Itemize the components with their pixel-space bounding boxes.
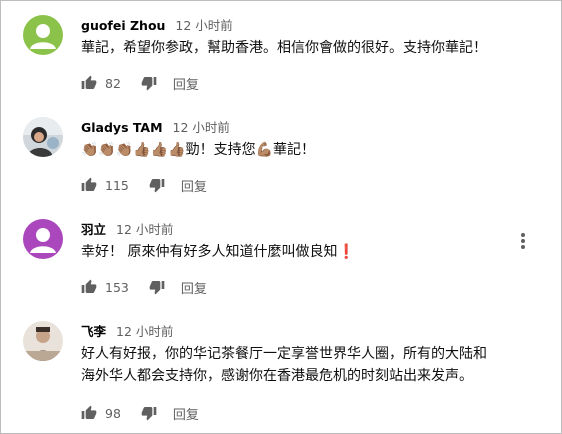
comment-actions: 98 回复 bbox=[81, 403, 199, 423]
flexed-biceps-emoji: 💪🏽 bbox=[255, 142, 274, 158]
reply-button[interactable]: 回复 bbox=[181, 278, 207, 297]
comment-header: 羽立 12 小时前 bbox=[81, 219, 173, 238]
emoji-reactions: 👏🏽👏🏽👏🏽👍🏽👍🏽👍🏽 bbox=[81, 142, 186, 158]
reply-button[interactable]: 回复 bbox=[181, 176, 207, 195]
thumb-up-icon[interactable] bbox=[81, 279, 97, 295]
thumb-down-icon[interactable] bbox=[149, 177, 165, 193]
avatar[interactable] bbox=[23, 15, 63, 55]
comment-header: guofei Zhou 12 小时前 bbox=[81, 15, 233, 34]
thumb-up-icon[interactable] bbox=[81, 405, 97, 421]
comment-actions: 153 回复 bbox=[81, 277, 207, 297]
comment-header: 飞李 12 小时前 bbox=[81, 321, 173, 340]
comment-text-suffix: 華記！ bbox=[273, 142, 316, 158]
comment-text-middle: 勁！支持您 bbox=[185, 142, 256, 158]
more-vert-icon[interactable] bbox=[519, 231, 527, 251]
comment-text: 幸好！ 原來仲有好多人知道什麼叫做良知❗ bbox=[81, 241, 521, 263]
comment-text: 好人有好报，你的华记茶餐厅一定享誉世界华人圈，所有的大陆和 海外华人都会支持你，… bbox=[81, 346, 487, 384]
author-name[interactable]: Gladys TAM bbox=[81, 120, 163, 135]
timestamp[interactable]: 12 小时前 bbox=[175, 18, 232, 33]
thumb-up-icon[interactable] bbox=[81, 177, 97, 193]
comment-text-body: 幸好！ 原來仲有好多人知道什麼叫做良知 bbox=[81, 244, 338, 260]
like-count: 115 bbox=[105, 177, 129, 193]
comment-text: 👏🏽👏🏽👏🏽👍🏽👍🏽👍🏽勁！支持您💪🏽華記！ bbox=[81, 139, 521, 161]
timestamp[interactable]: 12 小时前 bbox=[116, 222, 173, 237]
comment-actions: 115 回复 bbox=[81, 175, 207, 195]
like-count: 153 bbox=[105, 279, 129, 295]
thumb-down-icon[interactable] bbox=[141, 75, 157, 91]
comment-actions: 82 回复 bbox=[81, 73, 199, 93]
reply-button[interactable]: 回复 bbox=[173, 74, 199, 93]
author-name[interactable]: guofei Zhou bbox=[81, 18, 165, 33]
thumb-up-icon[interactable] bbox=[81, 75, 97, 91]
avatar[interactable] bbox=[23, 321, 63, 361]
avatar[interactable] bbox=[23, 219, 63, 259]
author-name[interactable]: 羽立 bbox=[81, 222, 106, 237]
exclamation-emoji: ❗ bbox=[337, 244, 355, 260]
thumb-down-icon[interactable] bbox=[149, 279, 165, 295]
comment-text: 華記，希望你参政，幫助香港。相信你會做的很好。支持你華記！ bbox=[81, 40, 487, 56]
comment-header: Gladys TAM 12 小时前 bbox=[81, 117, 230, 136]
timestamp[interactable]: 12 小时前 bbox=[116, 324, 173, 339]
like-count: 82 bbox=[105, 75, 121, 91]
thumb-down-icon[interactable] bbox=[141, 405, 157, 421]
avatar[interactable] bbox=[23, 117, 63, 157]
reply-button[interactable]: 回复 bbox=[173, 404, 199, 423]
like-count: 98 bbox=[105, 405, 121, 421]
timestamp[interactable]: 12 小时前 bbox=[173, 120, 230, 135]
comments-panel: guofei Zhou 12 小时前 華記，希望你参政，幫助香港。相信你會做的很… bbox=[0, 0, 562, 434]
author-name[interactable]: 飞李 bbox=[81, 324, 106, 339]
